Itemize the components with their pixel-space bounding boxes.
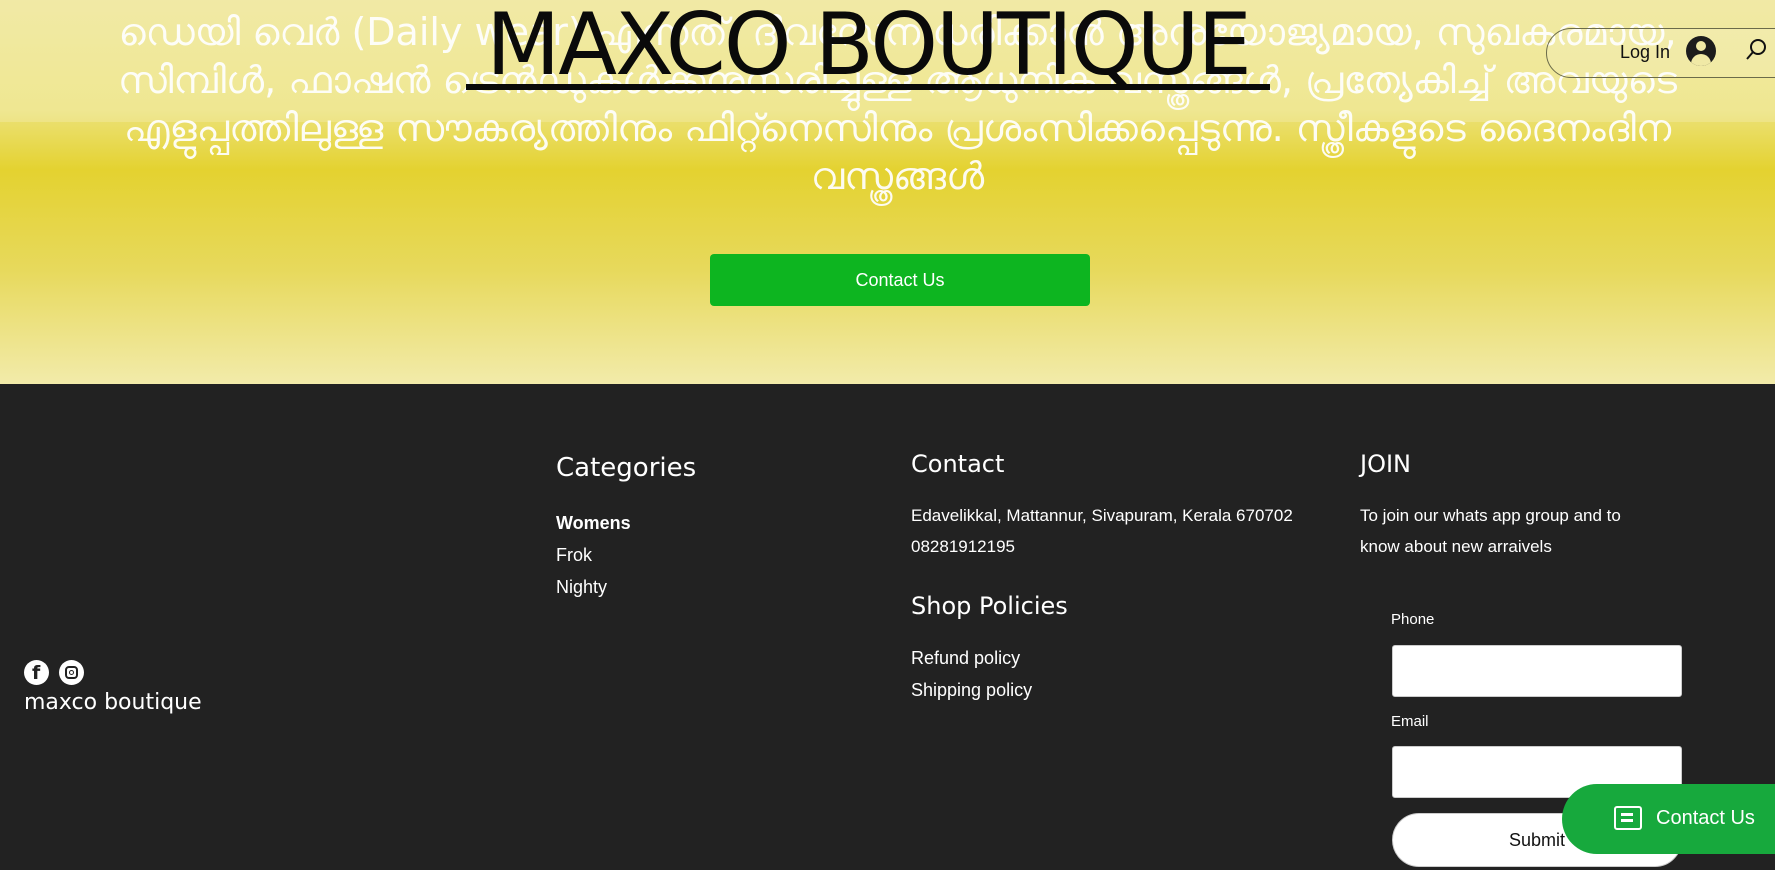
brand-title[interactable]: MAXCO BOUTIQUE: [466, 0, 1270, 90]
footer-brand-name: maxco boutique: [24, 690, 202, 715]
phone-label: Phone: [1391, 611, 1435, 628]
hero-section: ഡെയി വെർ (Daily wear) എന്നത്, ദിവസേന ധരി…: [0, 0, 1775, 384]
join-text-line1: To join our whats app group and to: [1360, 506, 1621, 525]
shipping-policy-link[interactable]: Shipping policy: [911, 677, 1032, 703]
social-links: f: [24, 660, 84, 685]
contact-title: Contact: [911, 450, 1005, 478]
contact-phone: 08281912195: [911, 537, 1016, 556]
facebook-icon[interactable]: f: [24, 660, 49, 685]
email-label: Email: [1391, 713, 1429, 730]
category-nighty[interactable]: Nighty: [556, 574, 607, 600]
login-link[interactable]: Log In: [1620, 40, 1670, 64]
contact-address: Edavelikkal, Mattannur, Sivapuram, Keral…: [911, 506, 1293, 525]
chat-label: Contact Us: [1656, 807, 1755, 829]
contact-us-button[interactable]: Contact Us: [710, 254, 1090, 306]
search-icon[interactable]: [1746, 38, 1768, 60]
refund-policy-link[interactable]: Refund policy: [911, 645, 1020, 671]
phone-field[interactable]: [1392, 645, 1682, 697]
category-womens[interactable]: Womens: [556, 510, 631, 536]
shop-policies-title: Shop Policies: [911, 592, 1068, 620]
contact-chat-button[interactable]: Contact Us: [1562, 784, 1775, 854]
join-title: JOIN: [1360, 450, 1411, 478]
join-text-line2: know about new arraivels: [1360, 537, 1552, 556]
user-avatar-icon[interactable]: [1686, 36, 1716, 66]
chat-icon: [1614, 806, 1642, 830]
categories-title: Categories: [556, 453, 697, 483]
instagram-icon[interactable]: [59, 660, 84, 685]
category-frok[interactable]: Frok: [556, 542, 592, 568]
